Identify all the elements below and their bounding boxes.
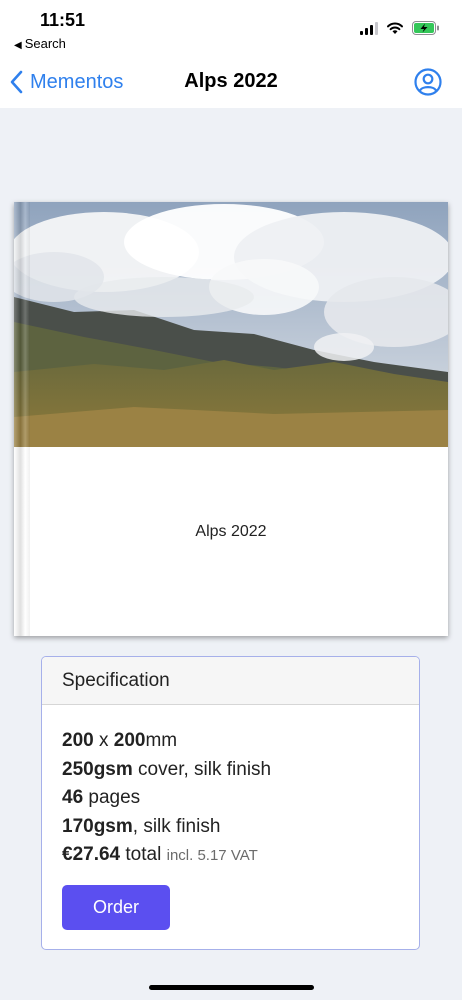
spec-vat-note: incl. 5.17 VAT (166, 847, 258, 864)
spec-price: €27.64 total incl. 5.17 VAT (62, 841, 399, 871)
spec-cover: 250gsm cover, silk finish (62, 756, 399, 785)
home-indicator (149, 985, 314, 990)
spec-size-height: 200 (113, 730, 146, 751)
back-to-app-link[interactable]: ◀ Search (14, 36, 66, 51)
spec-cover-weight: 250gsm (62, 758, 133, 780)
spec-size-times: x (93, 730, 114, 751)
spec-page-count: 46 (62, 787, 84, 808)
spec-size: 200 x 200mm (62, 727, 399, 756)
spec-pages-label: pages (83, 787, 141, 808)
cellular-signal-icon (360, 22, 378, 35)
spec-paper: 170gsm, silk finish (62, 813, 399, 842)
status-time: 11:51 (40, 10, 86, 30)
book-spine-shade (14, 202, 30, 636)
spec-size-width: 200 (62, 730, 94, 751)
spec-paper-weight: 170gsm (62, 815, 133, 837)
spec-paper-finish: , silk finish (132, 815, 221, 837)
specification-card: Specification 200 x 200mm 250gsm cover, … (41, 656, 420, 950)
navigation-bar: Mementos Alps 2022 (0, 56, 462, 108)
order-button[interactable]: Order (62, 884, 170, 930)
photobook-cover[interactable]: Alps 2022 (14, 202, 448, 636)
back-button[interactable]: Mementos (10, 68, 123, 96)
spec-size-unit: mm (145, 730, 178, 751)
spec-price-value: €27.64 (62, 844, 121, 865)
spec-cover-finish: cover, silk finish (132, 758, 272, 780)
specification-header: Specification (42, 657, 419, 705)
wifi-icon (387, 22, 403, 34)
user-circle-icon[interactable] (414, 68, 442, 96)
spec-price-total: total (120, 844, 167, 865)
cover-photo (14, 202, 448, 447)
spec-pages: 46 pages (62, 784, 399, 813)
specification-body: 200 x 200mm 250gsm cover, silk finish 46… (42, 705, 419, 930)
back-button-label: Mementos (30, 70, 124, 93)
chevron-left-icon (10, 70, 23, 94)
status-bar: 11:51 ◀ Search (0, 0, 462, 56)
cover-title: Alps 2022 (195, 523, 267, 540)
back-to-app-label: Search (24, 36, 66, 51)
battery-charging-icon (412, 21, 439, 35)
status-icons (360, 18, 440, 38)
back-triangle-icon: ◀ (14, 40, 22, 51)
